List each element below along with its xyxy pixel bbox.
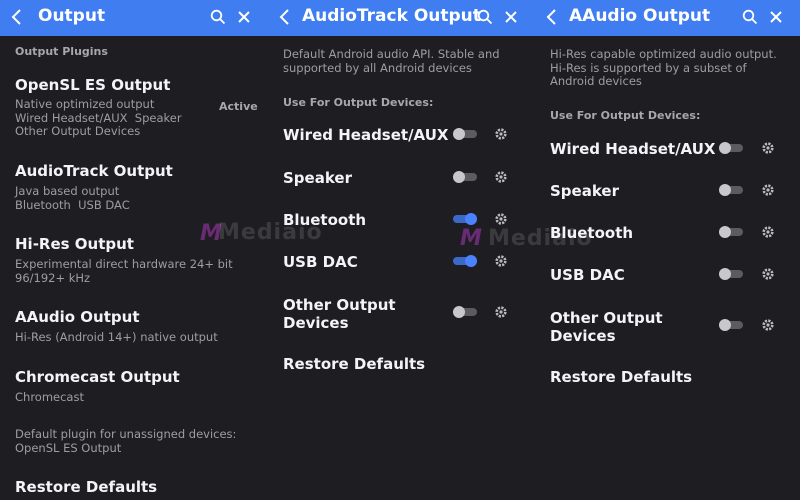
default-plugin-note: Default plugin for unassigned devices: O… xyxy=(15,427,237,455)
app-bar: AudioTrack Output xyxy=(268,0,535,36)
plugin-name[interactable]: Hi-Res Output xyxy=(15,235,134,253)
plugin-description: Experimental direct hardware 24+ bit 96/… xyxy=(15,257,233,285)
device-label: Wired Headset/AUX xyxy=(283,126,449,144)
plugin-name[interactable]: OpenSL ES Output xyxy=(15,76,170,94)
section-header: Output Plugins xyxy=(15,45,108,58)
watermark-text: Mediaio xyxy=(488,226,593,251)
page-title: AudioTrack Output xyxy=(302,6,481,26)
device-toggle[interactable] xyxy=(453,171,477,183)
gear-icon[interactable] xyxy=(494,170,508,184)
restore-defaults-button[interactable]: Restore Defaults xyxy=(550,368,692,386)
gear-icon[interactable] xyxy=(761,141,775,155)
device-toggle[interactable] xyxy=(719,268,743,280)
status-badge: Active xyxy=(219,100,258,113)
close-icon[interactable] xyxy=(768,9,784,25)
gear-icon[interactable] xyxy=(761,318,775,332)
device-label: Speaker xyxy=(550,182,619,200)
output-panel: Output Output Plugins OpenSL ES Output N… xyxy=(0,0,268,500)
app-bar: AAudio Output xyxy=(535,0,800,36)
section-header: Use For Output Devices: xyxy=(550,109,701,122)
device-toggle[interactable] xyxy=(453,306,477,318)
search-icon[interactable] xyxy=(477,9,493,25)
plugin-description: Hi-Res capable optimized audio output. H… xyxy=(550,47,777,88)
plugin-description: Hi-Res (Android 14+) native output xyxy=(15,330,218,344)
device-label: USB DAC xyxy=(283,253,358,271)
device-label: Other Output Devices xyxy=(283,296,396,332)
gear-icon[interactable] xyxy=(494,254,508,268)
search-icon[interactable] xyxy=(742,9,758,25)
watermark: M xyxy=(460,226,483,251)
screens: Output Output Plugins OpenSL ES Output N… xyxy=(0,0,800,500)
page-title: Output xyxy=(38,6,106,26)
page-title: AAudio Output xyxy=(569,6,711,26)
device-toggle[interactable] xyxy=(453,255,477,267)
back-arrow-icon[interactable] xyxy=(545,7,559,27)
gear-icon[interactable] xyxy=(761,225,775,239)
device-toggle[interactable] xyxy=(453,213,477,225)
plugin-description: Default Android audio API. Stable and su… xyxy=(283,47,500,75)
device-label: Other Output Devices xyxy=(550,309,663,345)
gear-icon[interactable] xyxy=(494,212,508,226)
close-icon[interactable] xyxy=(503,9,519,25)
restore-defaults-button[interactable]: Restore Defaults xyxy=(283,355,425,373)
back-arrow-icon[interactable] xyxy=(278,7,292,27)
gear-icon[interactable] xyxy=(761,267,775,281)
plugin-description: Chromecast xyxy=(15,390,84,404)
restore-defaults-button[interactable]: Restore Defaults xyxy=(15,478,157,496)
plugin-name[interactable]: Chromecast Output xyxy=(15,368,180,386)
gear-icon[interactable] xyxy=(494,305,508,319)
device-label: Wired Headset/AUX xyxy=(550,140,716,158)
search-icon[interactable] xyxy=(210,9,226,25)
device-label: Speaker xyxy=(283,169,352,187)
device-toggle[interactable] xyxy=(719,184,743,196)
section-header: Use For Output Devices: xyxy=(283,96,434,109)
app-bar: Output xyxy=(0,0,268,36)
gear-icon[interactable] xyxy=(494,127,508,141)
watermark-text: Mediaio xyxy=(218,220,323,245)
plugin-name[interactable]: AAudio Output xyxy=(15,308,140,326)
plugin-name[interactable]: AudioTrack Output xyxy=(15,162,173,180)
device-toggle[interactable] xyxy=(719,226,743,238)
device-label: USB DAC xyxy=(550,266,625,284)
back-arrow-icon[interactable] xyxy=(10,7,24,27)
gear-icon[interactable] xyxy=(761,183,775,197)
plugin-description: Java based output Bluetooth USB DAC xyxy=(15,184,130,212)
plugin-description: Native optimized output Wired Headset/AU… xyxy=(15,97,182,138)
device-toggle[interactable] xyxy=(719,142,743,154)
close-icon[interactable] xyxy=(236,9,252,25)
device-toggle[interactable] xyxy=(719,319,743,331)
device-toggle[interactable] xyxy=(453,128,477,140)
